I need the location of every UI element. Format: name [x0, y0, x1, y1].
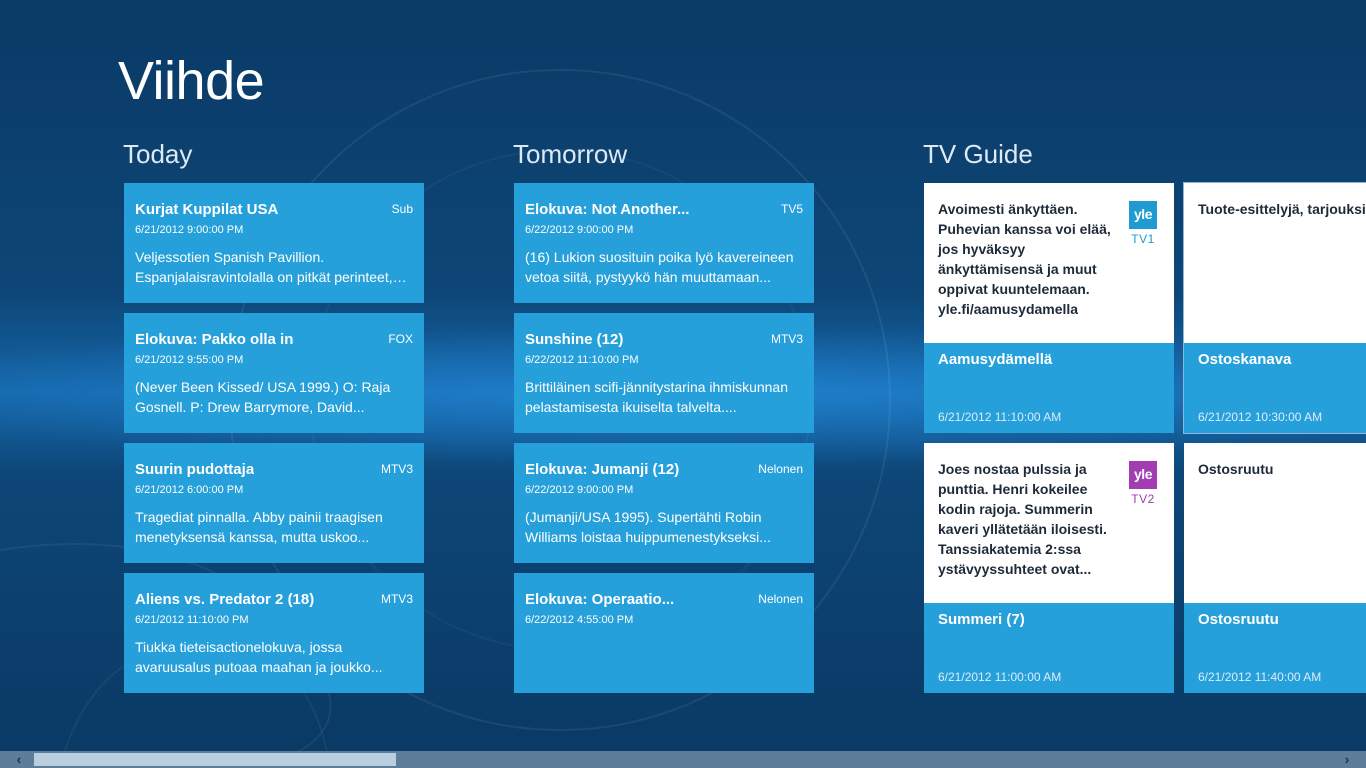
program-datetime: 6/22/2012 11:10:00 PM — [525, 354, 639, 366]
channel-label: MTV3 — [380, 462, 413, 476]
tv-guide-description-panel: Ostosruutu — [1184, 443, 1366, 603]
channel-label: MTV3 — [770, 332, 803, 346]
program-description: Veljessotien Spanish Pavillion. Espanjal… — [135, 249, 393, 285]
program-tile[interactable]: Elokuva: Not Another... TV5 6/22/2012 9:… — [514, 183, 814, 303]
scroll-left-arrow-icon[interactable]: ‹ — [8, 751, 30, 768]
program-title: Elokuva: Not Another... — [525, 201, 690, 218]
program-description: Tuote-esittelyjä, tarjouksia — [1198, 201, 1366, 217]
program-description: Avoimesti änkyttäen. Puhevian kanssa voi… — [938, 201, 1111, 317]
program-title: Ostosruutu — [1198, 611, 1279, 628]
tv-guide-tile[interactable]: Avoimesti änkyttäen. Puhevian kanssa voi… — [924, 183, 1174, 433]
tv-guide-description-panel: Avoimesti änkyttäen. Puhevian kanssa voi… — [924, 183, 1174, 343]
program-datetime: 6/22/2012 9:00:00 PM — [525, 484, 634, 496]
group-header-today[interactable]: Today — [123, 137, 192, 171]
program-tile[interactable]: Elokuva: Pakko olla in FOX 6/21/2012 9:5… — [124, 313, 424, 433]
channel-label: TV1 — [1131, 232, 1155, 246]
program-title: Elokuva: Jumanji (12) — [525, 461, 680, 478]
yle-logo-icon: yle — [1129, 201, 1157, 229]
program-datetime: 6/21/2012 11:10:00 PM — [135, 614, 249, 626]
program-datetime: 6/21/2012 11:40:00 AM — [1198, 670, 1322, 684]
program-description: Joes nostaa pulssia ja punttia. Henri ko… — [938, 461, 1107, 577]
program-tile[interactable]: Elokuva: Operaatio... Nelonen 6/22/2012 … — [514, 573, 814, 693]
channel-label: TV5 — [780, 202, 803, 216]
tv-guide-tile[interactable]: Joes nostaa pulssia ja punttia. Henri ko… — [924, 443, 1174, 693]
tv-guide-tile[interactable]: Tuote-esittelyjä, tarjouksia Ostoskanava… — [1183, 182, 1366, 434]
program-description: Tiukka tieteisactionelokuva, jossa avaru… — [135, 639, 383, 675]
program-title: Ostoskanava — [1198, 351, 1292, 368]
program-tile[interactable]: Suurin pudottaja MTV3 6/21/2012 6:00:00 … — [124, 443, 424, 563]
group-header-tomorrow[interactable]: Tomorrow — [513, 137, 627, 171]
group-header-tv-guide[interactable]: TV Guide — [923, 137, 1033, 171]
channel-label: Sub — [391, 202, 413, 216]
tv-guide-description-panel: Joes nostaa pulssia ja punttia. Henri ko… — [924, 443, 1174, 603]
program-title: Aliens vs. Predator 2 (18) — [135, 591, 315, 608]
program-description: Ostosruutu — [1198, 461, 1274, 477]
yle-logo-icon: yle — [1129, 461, 1157, 489]
program-title: Summeri (7) — [938, 611, 1025, 628]
program-title: Elokuva: Operaatio... — [525, 591, 675, 608]
horizontal-scrollbar[interactable]: ‹ › — [0, 751, 1366, 768]
program-datetime: 6/21/2012 11:10:00 AM — [938, 410, 1062, 424]
program-tile[interactable]: Elokuva: Jumanji (12) Nelonen 6/22/2012 … — [514, 443, 814, 563]
program-datetime: 6/22/2012 4:55:00 PM — [525, 614, 634, 626]
channel-label: Nelonen — [758, 592, 803, 606]
tv-guide-info-panel: Summeri (7) 6/21/2012 11:00:00 AM — [924, 603, 1174, 693]
scrollbar-thumb[interactable] — [34, 753, 396, 766]
tv-guide-tile[interactable]: Ostosruutu Ostosruutu 6/21/2012 11:40:00… — [1184, 443, 1366, 693]
program-description: (Never Been Kissed/ USA 1999.) O: Raja G… — [135, 379, 391, 415]
scroll-right-arrow-icon[interactable]: › — [1336, 751, 1358, 768]
channel-logo: yle TV2 — [1129, 461, 1157, 506]
program-title: Suurin pudottaja — [135, 461, 255, 478]
channel-label: MTV3 — [380, 592, 413, 606]
program-datetime: 6/21/2012 10:30:00 AM — [1198, 410, 1323, 424]
program-datetime: 6/21/2012 6:00:00 PM — [135, 484, 244, 496]
tv-guide-info-panel: Aamusydämellä 6/21/2012 11:10:00 AM — [924, 343, 1174, 433]
program-title: Sunshine (12) — [525, 331, 624, 348]
channel-label: FOX — [388, 332, 413, 346]
program-description: (16) Lukion suosituin poika lyö kaverein… — [525, 249, 794, 285]
program-description — [525, 637, 803, 677]
program-title: Aamusydämellä — [938, 351, 1053, 368]
program-title: Kurjat Kuppilat USA — [135, 201, 279, 218]
program-description: Tragediat pinnalla. Abby painii traagise… — [135, 509, 383, 545]
channel-logo: yle TV1 — [1129, 201, 1157, 246]
page-title: Viihde — [118, 51, 265, 111]
tv-guide-info-panel: Ostosruutu 6/21/2012 11:40:00 AM — [1184, 603, 1366, 693]
program-tile[interactable]: Aliens vs. Predator 2 (18) MTV3 6/21/201… — [124, 573, 424, 693]
program-datetime: 6/21/2012 9:55:00 PM — [135, 354, 244, 366]
channel-label: TV2 — [1131, 492, 1155, 506]
program-description: (Jumanji/USA 1995). Supertähti Robin Wil… — [525, 509, 771, 545]
program-tile[interactable]: Sunshine (12) MTV3 6/22/2012 11:10:00 PM… — [514, 313, 814, 433]
program-datetime: 6/22/2012 9:00:00 PM — [525, 224, 634, 236]
tv-guide-info-panel: Ostoskanava 6/21/2012 10:30:00 AM — [1184, 343, 1366, 433]
channel-label: Nelonen — [758, 462, 803, 476]
tv-guide-description-panel: Tuote-esittelyjä, tarjouksia — [1184, 183, 1366, 343]
program-tile[interactable]: Kurjat Kuppilat USA Sub 6/21/2012 9:00:0… — [124, 183, 424, 303]
program-datetime: 6/21/2012 11:00:00 AM — [938, 670, 1062, 684]
program-title: Elokuva: Pakko olla in — [135, 331, 294, 348]
program-description: Brittiläinen scifi-jännitystarina ihmisk… — [525, 379, 789, 415]
program-datetime: 6/21/2012 9:00:00 PM — [135, 224, 244, 236]
